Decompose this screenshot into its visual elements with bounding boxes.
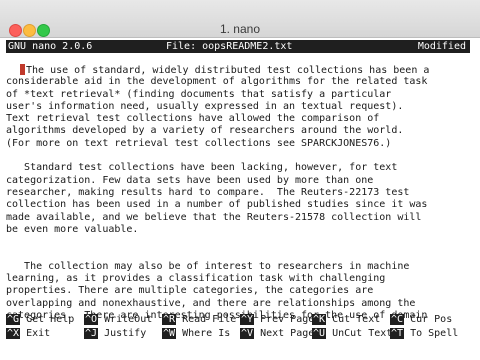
editor-text-area[interactable]: The use of standard, widely distributed … [6,64,476,334]
editor-line: learning, as it provides a classificatio… [6,273,386,285]
shortcut-cut-text[interactable]: ^K Cut Text [312,313,380,326]
editor-line: be even more valuable. [6,223,139,235]
shortcut-where-is[interactable]: ^W Where Is [162,327,230,340]
text-cursor [20,64,25,75]
editor-line: researcher, making results hard to compa… [6,186,410,198]
window-title: 1. nano [219,22,261,36]
shortcut-writeout[interactable]: ^O WriteOut [84,313,152,326]
terminal-area[interactable]: GNU nano 2.0.6 File: oopsREADME2.txt Mod… [0,38,480,360]
editor-line: Standard test collections have been lack… [6,162,398,174]
shortcut-exit[interactable]: ^X Exit [6,327,50,340]
nano-version: GNU nano 2.0.6 [8,41,93,52]
editor-line: of *text retrieval* (finding documents t… [6,88,392,100]
editor-line: collection has been used in a number of … [6,199,428,211]
shortcut-cur-pos[interactable]: ^C Cur Pos [390,313,452,326]
shortcut-uncut-text[interactable]: ^U UnCut Text [312,327,392,340]
shortcut-justify[interactable]: ^J Justify [84,327,146,340]
file-name: File: oopsREADME2.txt [166,41,293,52]
shortcut-to-spell[interactable]: ^T To Spell [390,327,458,340]
editor-line: made available, and we believe that the … [6,211,422,223]
nano-status-bar: GNU nano 2.0.6 File: oopsREADME2.txt Mod… [6,40,470,53]
shortcut-read-file[interactable]: ^R Read File [162,313,236,326]
editor-line: overlapping and nonexhaustive, and there… [6,297,416,309]
editor-line: (For more on text retrieval test collect… [6,137,392,149]
shortcut-next-page[interactable]: ^V Next Page [240,327,314,340]
editor-line: The collection may also be of interest t… [6,260,410,272]
shortcut-bar: ^G Get Help ^O WriteOut ^R Read File ^Y … [6,313,476,341]
terminal-window: 1. nano GNU nano 2.0.6 File: oopsREADME2… [0,0,480,360]
editor-line: The use of standard, widely distributed … [6,64,476,76]
title-bar: 1. nano [0,0,480,38]
shortcut-prev-page[interactable]: ^Y Prev Page [240,313,314,326]
editor-line: algorithms developed by a variety of res… [6,125,404,137]
editor-line: properties. There are multiple categorie… [6,285,374,297]
editor-line: categorization. Few data sets have been … [6,174,374,186]
shortcut-get-help[interactable]: ^G Get Help [6,313,74,326]
editor-line: considerable aid in the development of a… [6,76,428,88]
modified-indicator: Modified [417,41,466,52]
editor-line: user's information need, usually express… [6,100,404,112]
editor-line: Text retrieval test collections have all… [6,113,380,125]
